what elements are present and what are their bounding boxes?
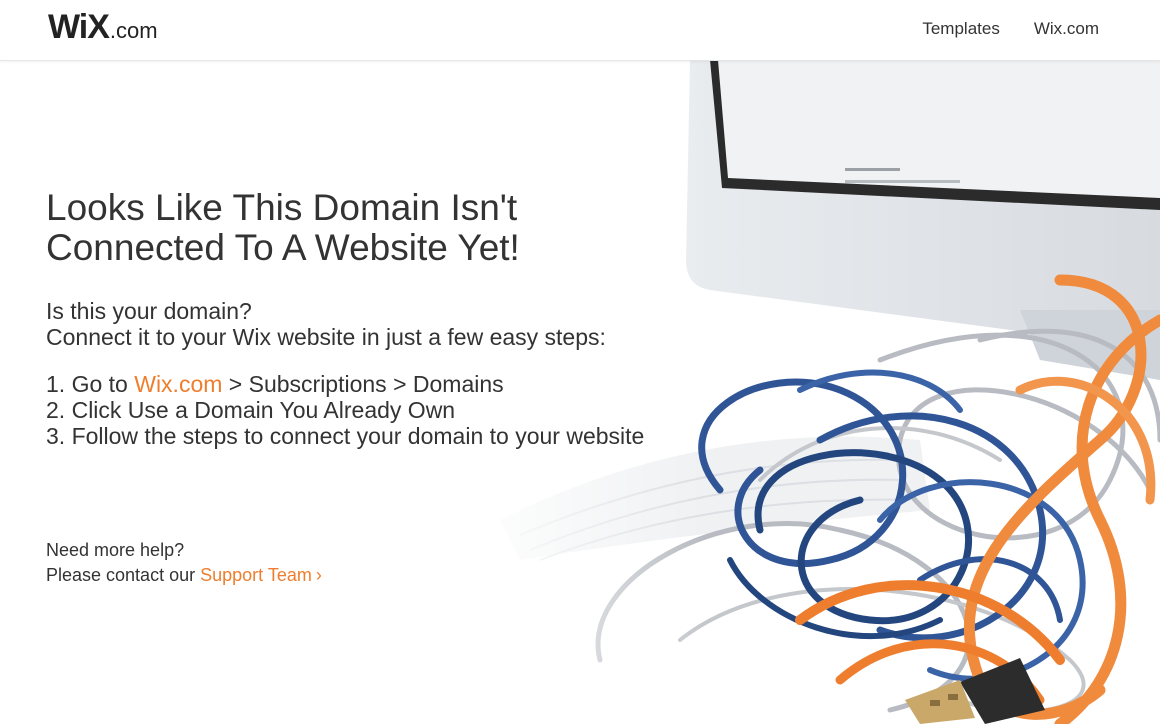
step-1-suffix: > Subscriptions > Domains [228, 371, 504, 397]
steps-list: 1. Go to Wix.com > Subscriptions > Domai… [46, 371, 644, 449]
wix-logo[interactable]: WiX .com [48, 8, 158, 47]
step-3-text: Follow the steps to connect your domain … [71, 423, 645, 449]
intro-line-2: Connect it to your Wix website in just a… [46, 324, 606, 350]
title-line-2: Connected To A Website Yet! [46, 227, 520, 268]
step-1-prefix: Go to [71, 371, 128, 397]
step-number: 2. [46, 397, 66, 423]
step-3: 3. Follow the steps to connect your doma… [46, 423, 644, 449]
nav-link-wix-com[interactable]: Wix.com [1034, 19, 1099, 39]
logo-wordmark: WiX [48, 8, 110, 46]
step-2: 2. Click Use a Domain You Already Own [46, 397, 644, 423]
step-2-text: Click Use a Domain You Already Own [71, 397, 456, 423]
help-contact-line: Please contact our Support Team › [46, 563, 322, 588]
wix-com-link[interactable]: Wix.com [134, 371, 222, 397]
title-line-1: Looks Like This Domain Isn't [46, 187, 518, 228]
step-number: 3. [46, 423, 66, 449]
help-section: Need more help? Please contact our Suppo… [46, 538, 322, 588]
help-contact-prefix: Please contact our [46, 565, 196, 585]
support-team-link[interactable]: Support Team [200, 565, 312, 585]
page: WiX .com Templates Wix.com Looks Like Th… [0, 0, 1160, 724]
step-number: 1. [46, 371, 66, 397]
page-title: Looks Like This Domain Isn't Connected T… [46, 188, 520, 268]
step-1: 1. Go to Wix.com > Subscriptions > Domai… [46, 371, 644, 397]
logo-suffix: .com [109, 18, 158, 43]
top-header: WiX .com Templates Wix.com [0, 0, 1160, 61]
intro-text: Is this your domain? Connect it to your … [46, 298, 606, 350]
intro-line-1: Is this your domain? [46, 298, 252, 324]
nav-link-templates[interactable]: Templates [922, 19, 999, 39]
help-heading: Need more help? [46, 540, 185, 560]
top-nav: Templates Wix.com [922, 19, 1099, 39]
chevron-right-icon[interactable]: › [316, 565, 322, 585]
